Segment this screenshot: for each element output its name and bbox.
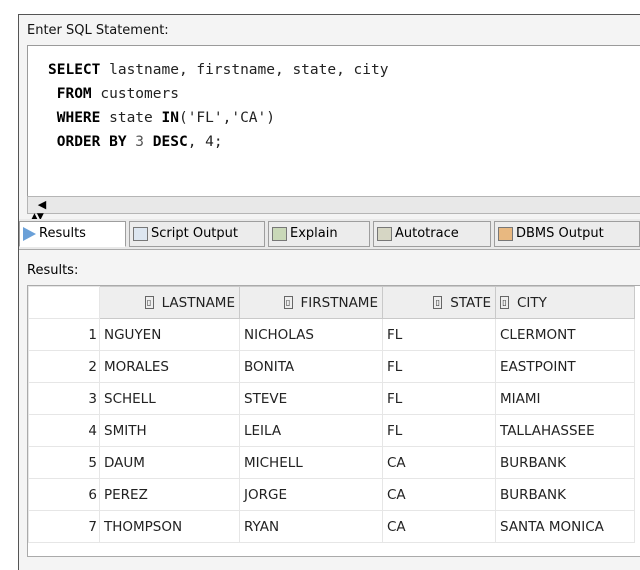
- table-row[interactable]: 2 MORALES BONITA FL EASTPOINT: [28, 350, 635, 383]
- dbms-output-icon: [498, 227, 513, 241]
- table-row[interactable]: 7 THOMPSON RYAN CA SANTA MONICA: [28, 510, 635, 543]
- row-number: 3: [28, 382, 100, 415]
- cell-lastname[interactable]: SMITH: [99, 414, 240, 447]
- cell-lastname[interactable]: DAUM: [99, 446, 240, 479]
- cell-city[interactable]: BURBANK: [495, 478, 635, 511]
- cell-state[interactable]: FL: [382, 318, 496, 351]
- cell-lastname[interactable]: PEREZ: [99, 478, 240, 511]
- sql-keyword: FROM: [56, 86, 92, 102]
- cell-city[interactable]: BURBANK: [495, 446, 635, 479]
- tab-label: Results: [39, 226, 86, 241]
- cell-city[interactable]: SANTA MONICA: [495, 510, 635, 543]
- cell-firstname[interactable]: NICHOLAS: [239, 318, 383, 351]
- cell-firstname[interactable]: LEILA: [239, 414, 383, 447]
- sql-text: , 4;: [187, 134, 223, 150]
- table-row[interactable]: 3 SCHELL STEVE FL MIAMI: [28, 382, 635, 415]
- results-table: ▯ LASTNAME ▯ FIRSTNAME ▯ STATE ▯ CITY 1 NGUY…: [28, 286, 635, 543]
- cell-firstname[interactable]: STEVE: [239, 382, 383, 415]
- sql-text: ('FL','CA'): [178, 110, 275, 126]
- column-header-lastname[interactable]: ▯ LASTNAME: [99, 286, 240, 319]
- column-type-icon: ▯: [144, 296, 154, 309]
- sql-number: 3: [126, 134, 153, 150]
- table-row[interactable]: 6 PEREZ JORGE CA BURBANK: [28, 478, 635, 511]
- cell-city[interactable]: EASTPOINT: [495, 350, 635, 383]
- tab-script-output[interactable]: Script Output: [129, 221, 265, 247]
- autotrace-icon: [377, 227, 392, 241]
- cell-lastname[interactable]: SCHELL: [99, 382, 240, 415]
- cell-lastname[interactable]: NGUYEN: [99, 318, 240, 351]
- cell-state[interactable]: FL: [382, 414, 496, 447]
- cell-state[interactable]: CA: [382, 478, 496, 511]
- row-number: 2: [28, 350, 100, 383]
- cell-city[interactable]: CLERMONT: [495, 318, 635, 351]
- tab-label: DBMS Output: [516, 226, 604, 241]
- cell-state[interactable]: CA: [382, 510, 496, 543]
- results-icon: [23, 227, 36, 241]
- results-label: Results:: [27, 263, 79, 278]
- sql-statement-label: Enter SQL Statement:: [27, 23, 169, 38]
- sql-text: state: [100, 110, 162, 126]
- row-number: 6: [28, 478, 100, 511]
- tab-autotrace[interactable]: Autotrace: [373, 221, 491, 247]
- script-output-icon: [133, 227, 148, 241]
- sql-text: customers: [91, 86, 179, 102]
- sql-keyword: DESC: [152, 134, 188, 150]
- sql-keyword: IN: [161, 110, 179, 126]
- table-row[interactable]: 5 DAUM MICHELL CA BURBANK: [28, 446, 635, 479]
- cell-city[interactable]: TALLAHASSEE: [495, 414, 635, 447]
- editor-horizontal-scrollbar[interactable]: ◀: [27, 196, 640, 214]
- sql-text: lastname, firstname, state, city: [100, 62, 389, 78]
- tab-explain[interactable]: Explain: [268, 221, 370, 247]
- row-number: 5: [28, 446, 100, 479]
- row-number-header: [28, 286, 100, 319]
- cell-firstname[interactable]: RYAN: [239, 510, 383, 543]
- cell-firstname[interactable]: JORGE: [239, 478, 383, 511]
- tab-results[interactable]: Results: [19, 221, 126, 247]
- results-grid[interactable]: ▯ LASTNAME ▯ FIRSTNAME ▯ STATE ▯ CITY 1 NGUY…: [27, 285, 640, 557]
- table-row[interactable]: 4 SMITH LEILA FL TALLAHASSEE: [28, 414, 635, 447]
- cell-state[interactable]: FL: [382, 350, 496, 383]
- sql-editor[interactable]: SELECT lastname, firstname, state, city …: [27, 45, 640, 197]
- cell-lastname[interactable]: THOMPSON: [99, 510, 240, 543]
- cell-firstname[interactable]: MICHELL: [239, 446, 383, 479]
- sql-code: SELECT lastname, firstname, state, city …: [48, 58, 388, 154]
- column-type-icon: ▯: [283, 296, 293, 309]
- tab-label: Explain: [290, 226, 338, 241]
- row-number: 4: [28, 414, 100, 447]
- sql-keyword: SELECT: [48, 62, 101, 78]
- column-header-state[interactable]: ▯ STATE: [382, 286, 496, 319]
- cell-state[interactable]: FL: [382, 382, 496, 415]
- cell-lastname[interactable]: MORALES: [99, 350, 240, 383]
- column-header-city[interactable]: ▯ CITY: [495, 286, 635, 319]
- explain-icon: [272, 227, 287, 241]
- tab-label: Script Output: [151, 226, 238, 241]
- sql-worksheet: Enter SQL Statement: SELECT lastname, fi…: [18, 14, 640, 570]
- sql-keyword: WHERE: [56, 110, 101, 126]
- cell-firstname[interactable]: BONITA: [239, 350, 383, 383]
- tab-dbms-output[interactable]: DBMS Output: [494, 221, 640, 247]
- column-type-icon: ▯: [500, 296, 509, 309]
- row-number: 1: [28, 318, 100, 351]
- output-tabs: Results Script Output Explain Autotrace …: [19, 219, 640, 250]
- cell-city[interactable]: MIAMI: [495, 382, 635, 415]
- row-number: 7: [28, 510, 100, 543]
- cell-state[interactable]: CA: [382, 446, 496, 479]
- sql-keyword: ORDER BY: [56, 134, 127, 150]
- scroll-left-arrow-icon[interactable]: ◀: [32, 197, 52, 213]
- table-row[interactable]: 1 NGUYEN NICHOLAS FL CLERMONT: [28, 318, 635, 351]
- column-header-firstname[interactable]: ▯ FIRSTNAME: [239, 286, 383, 319]
- tab-label: Autotrace: [395, 226, 459, 241]
- column-type-icon: ▯: [433, 296, 443, 309]
